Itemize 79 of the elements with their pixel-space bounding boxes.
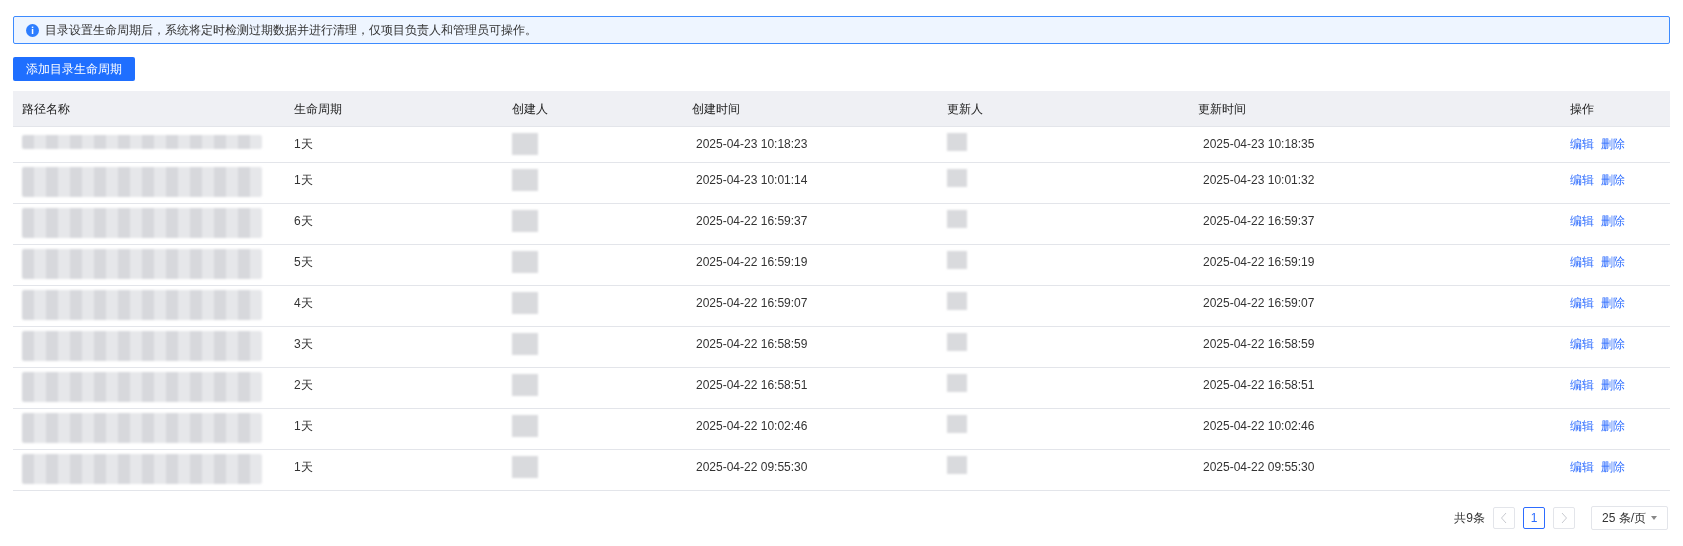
lifecycle-cell: 6天 <box>294 214 313 228</box>
column-header: 生命周期 <box>294 101 342 116</box>
lifecycle-cell: 2天 <box>294 378 313 392</box>
column-header: 创建人 <box>512 101 548 116</box>
redacted-block <box>512 374 538 396</box>
lifecycle-cell: 3天 <box>294 337 313 351</box>
column-header: 更新时间 <box>1198 101 1246 116</box>
action-link[interactable]: 编辑 <box>1570 335 1594 353</box>
redacted-block <box>512 133 538 155</box>
date-cell: 2025-04-22 16:59:37 <box>696 214 808 228</box>
date-cell: 2025-04-23 10:01:14 <box>696 173 808 187</box>
action-link[interactable]: 删除 <box>1601 335 1625 353</box>
date-cell: 2025-04-23 10:18:23 <box>696 137 808 151</box>
info-icon <box>26 23 39 37</box>
action-link[interactable]: 删除 <box>1601 171 1625 189</box>
date-cell: 2025-04-23 10:18:35 <box>1203 137 1315 151</box>
action-link[interactable]: 编辑 <box>1570 171 1594 189</box>
action-link[interactable]: 编辑 <box>1570 417 1594 435</box>
redacted-block <box>947 210 967 228</box>
redacted-block <box>512 210 538 232</box>
redacted-block <box>947 415 967 433</box>
action-link[interactable]: 删除 <box>1601 417 1625 435</box>
date-cell: 2025-04-22 16:59:19 <box>696 255 808 269</box>
date-cell: 2025-04-22 16:59:07 <box>696 296 808 310</box>
redacted-block <box>512 415 538 437</box>
date-cell: 2025-04-22 16:58:51 <box>1203 378 1315 392</box>
column-header: 创建时间 <box>692 101 740 116</box>
add-lifecycle-button[interactable]: 添加目录生命周期 <box>13 57 135 81</box>
action-link[interactable]: 编辑 <box>1570 253 1594 271</box>
redacted-block <box>947 456 967 474</box>
redacted-block <box>947 251 967 269</box>
redacted-block <box>512 169 538 191</box>
date-cell: 2025-04-22 16:59:19 <box>1203 255 1315 269</box>
action-link[interactable]: 编辑 <box>1570 294 1594 312</box>
column-header: 路径名称 <box>22 101 70 116</box>
redacted-block <box>512 251 538 273</box>
lifecycle-cell: 4天 <box>294 296 313 310</box>
total-count: 共9条 <box>1454 510 1485 527</box>
action-link[interactable]: 删除 <box>1601 376 1625 394</box>
action-link[interactable]: 编辑 <box>1570 458 1594 476</box>
action-link[interactable]: 删除 <box>1601 212 1625 230</box>
date-cell: 2025-04-23 10:01:32 <box>1203 173 1315 187</box>
lifecycle-cell: 1天 <box>294 419 313 433</box>
redacted-block <box>512 292 538 314</box>
redacted-block <box>947 169 967 187</box>
column-header: 更新人 <box>947 101 983 116</box>
action-link[interactable]: 删除 <box>1601 294 1625 312</box>
date-cell: 2025-04-22 09:55:30 <box>1203 460 1315 474</box>
redacted-block <box>947 333 967 351</box>
redacted-block <box>512 333 538 355</box>
date-cell: 2025-04-22 10:02:46 <box>1203 419 1315 433</box>
caret-icon <box>1651 516 1657 520</box>
date-cell: 2025-04-22 16:59:37 <box>1203 214 1315 228</box>
action-link[interactable]: 删除 <box>1601 253 1625 271</box>
page-size-dropdown[interactable]: 25 条/页 <box>1591 506 1668 530</box>
lifecycle-cell: 1天 <box>294 460 313 474</box>
lifecycle-cell: 5天 <box>294 255 313 269</box>
date-cell: 2025-04-22 09:55:30 <box>696 460 808 474</box>
chevron-left-icon <box>1500 512 1508 524</box>
action-link[interactable]: 编辑 <box>1570 135 1594 153</box>
date-cell: 2025-04-22 16:59:07 <box>1203 296 1315 310</box>
redacted-block <box>947 133 967 151</box>
chevron-right-icon <box>1560 512 1568 524</box>
page-button[interactable]: 1 <box>1523 507 1545 529</box>
action-link[interactable]: 删除 <box>1601 135 1625 153</box>
date-cell: 2025-04-22 16:58:59 <box>1203 337 1315 351</box>
column-header: 操作 <box>1570 101 1594 116</box>
lifecycle-cell: 1天 <box>294 173 313 187</box>
info-text: 目录设置生命周期后，系统将定时检测过期数据并进行清理，仅项目负责人和管理员可操作。 <box>45 22 537 39</box>
action-link[interactable]: 删除 <box>1601 458 1625 476</box>
redacted-block <box>512 456 538 478</box>
action-link[interactable]: 编辑 <box>1570 376 1594 394</box>
date-cell: 2025-04-22 10:02:46 <box>696 419 808 433</box>
action-link[interactable]: 编辑 <box>1570 212 1594 230</box>
lifecycle-cell: 1天 <box>294 137 313 151</box>
date-cell: 2025-04-22 16:58:51 <box>696 378 808 392</box>
redacted-block <box>947 292 967 310</box>
date-cell: 2025-04-22 16:58:59 <box>696 337 808 351</box>
redacted-block <box>947 374 967 392</box>
